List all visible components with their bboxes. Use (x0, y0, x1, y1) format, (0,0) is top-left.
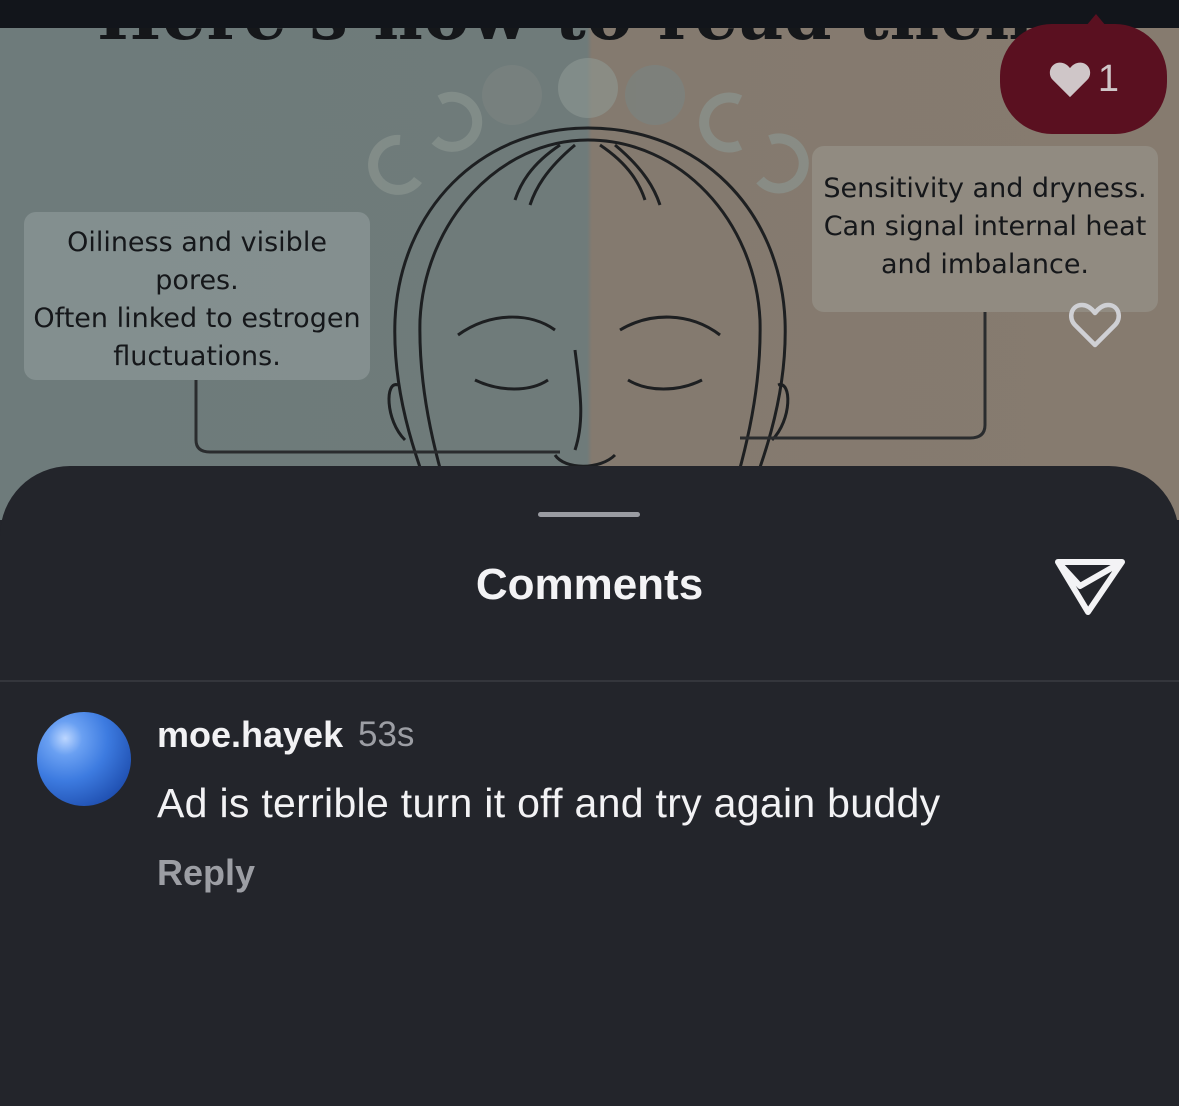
caption-right-line: Can signal internal heat (823, 211, 1147, 242)
post-like-button[interactable]: 1 (1000, 14, 1167, 134)
comment-timestamp: 53s (358, 715, 415, 754)
comments-sheet: Comments moe.hayek 53s Ad is terrible tu… (0, 466, 1179, 1106)
caption-right: Sensitivity and dryness. Can signal inte… (812, 146, 1158, 312)
heart-icon (1048, 59, 1092, 99)
caption-left-line: Often linked to estrogen (33, 303, 361, 334)
sheet-title: Comments (475, 560, 704, 609)
heart-outline-icon (1068, 302, 1122, 354)
status-bar (0, 0, 1179, 28)
send-button[interactable] (1052, 552, 1128, 618)
caption-left-line: fluctuations. (113, 341, 281, 372)
avatar[interactable] (37, 712, 131, 806)
sheet-grabber[interactable] (538, 512, 640, 517)
comment-text: Ad is terrible turn it off and try again… (157, 780, 941, 826)
comment-username[interactable]: moe.hayek (157, 714, 343, 756)
comment-item: moe.hayek 53s Ad is terrible turn it off… (0, 682, 1179, 902)
caption-left: Oiliness and visible pores. Often linked… (24, 212, 370, 380)
like-count: 1 (1097, 57, 1120, 100)
caption-right-line: Sensitivity and dryness. (823, 173, 1147, 204)
send-icon (1052, 559, 1128, 622)
caption-left-line: pores. (155, 265, 239, 296)
comment-like-button[interactable] (1068, 300, 1122, 350)
caption-left-line: Oiliness and visible (67, 227, 327, 258)
caption-right-line: and imbalance. (880, 249, 1090, 280)
reply-button[interactable]: Reply (157, 852, 255, 894)
